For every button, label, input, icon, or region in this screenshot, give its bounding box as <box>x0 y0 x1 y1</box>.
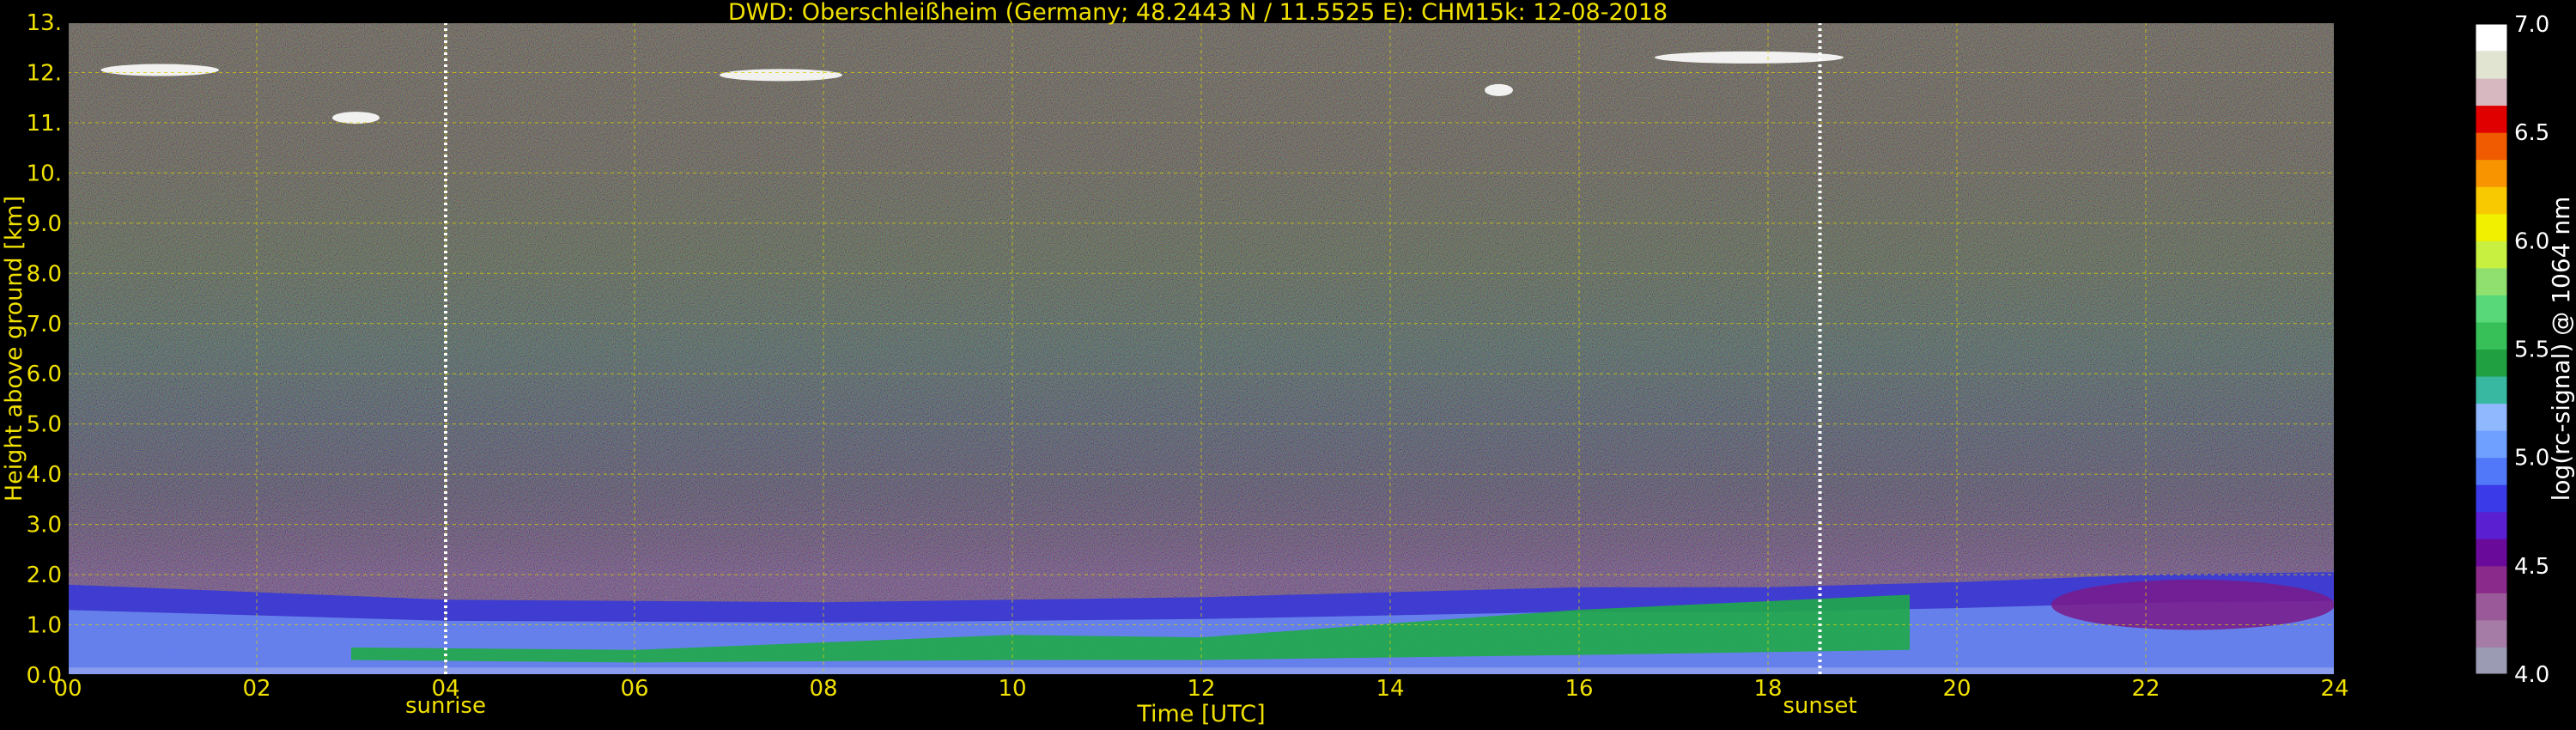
colorbar-segment <box>2476 105 2507 133</box>
y-tick-label: 2.0 <box>27 563 62 588</box>
colorbar-segment <box>2476 565 2507 593</box>
colorbar-segment <box>2476 619 2507 648</box>
cirrus-cloud <box>1485 83 1513 96</box>
colorbar-segment <box>2476 593 2507 621</box>
colorbar-segment <box>2476 240 2507 269</box>
x-tick-label: 16 <box>1564 676 1593 702</box>
colorbar-segment <box>2476 484 2507 513</box>
cirrus-cloud <box>332 112 380 125</box>
x-tick-label: 22 <box>2131 676 2160 702</box>
y-tick-label: 5.0 <box>27 412 62 438</box>
x-tick-label: 14 <box>1376 676 1404 702</box>
colorbar-segment <box>2476 295 2507 323</box>
ceilometer-chart: sunrise sunset DWD: Oberschleißheim (Germ… <box>1 0 2575 727</box>
colorbar-segment <box>2476 213 2507 241</box>
y-tick-label: 3.0 <box>27 513 62 538</box>
colorbar-segment <box>2476 430 2507 459</box>
colorbar-tick-label: 4.0 <box>2514 662 2549 688</box>
x-tick-label: 04 <box>431 676 459 702</box>
colorbar-segment <box>2476 457 2507 485</box>
x-tick-label: 02 <box>242 676 270 702</box>
colorbar-segment <box>2476 511 2507 539</box>
colorbar-segments <box>2476 24 2507 675</box>
y-tick-label: 7.0 <box>27 312 62 338</box>
y-tick-label: 10. <box>27 161 62 186</box>
y-tick-label: 6.0 <box>27 362 62 387</box>
x-tick-label: 08 <box>809 676 837 702</box>
colorbar-segment <box>2476 51 2507 79</box>
colorbar-segment <box>2476 186 2507 215</box>
colorbar-segment <box>2476 647 2507 675</box>
colorbar-segment <box>2476 376 2507 405</box>
colorbar-tick-label: 4.5 <box>2514 554 2549 580</box>
colorbar-segment <box>2476 24 2507 52</box>
plot-area: sunrise sunset <box>67 21 2336 719</box>
colorbar-tick-label: 5.0 <box>2514 446 2549 471</box>
colorbar-segment <box>2476 321 2507 350</box>
y-tick-label: 0.0 <box>27 663 62 689</box>
colorbar-tick-label: 7.0 <box>2514 12 2549 38</box>
y-tick-label: 1.0 <box>27 613 62 639</box>
y-tick-label: 11. <box>27 111 62 137</box>
colorbar-segment <box>2476 132 2507 161</box>
y-tick-label: 12. <box>27 60 62 86</box>
cirrus-cloud <box>100 64 219 76</box>
colorbar-label: log(rc-signal) @ 1064 nm <box>2547 197 2575 502</box>
x-tick-label: 18 <box>1753 676 1782 702</box>
colorbar-segment <box>2476 78 2507 106</box>
colorbar: 4.0 4.5 5.0 5.5 6.0 6.5 7.0 log(rc-signal) @ 1… <box>2475 12 2575 688</box>
x-tick-label: 24 <box>2320 676 2348 702</box>
colorbar-segment <box>2476 349 2507 377</box>
y-tick-label: 13. <box>27 10 62 36</box>
event-label: sunset <box>1783 693 1856 719</box>
y-tick-label: 8.0 <box>27 261 62 287</box>
cirrus-cloud <box>1655 51 1844 64</box>
x-tick-labels: 00 02 04 06 08 10 12 14 16 18 20 22 24 <box>53 676 2348 702</box>
colorbar-segment <box>2476 403 2507 431</box>
chart-title: DWD: Oberschleißheim (Germany; 48.2443 N… <box>728 0 1668 26</box>
x-tick-label: 10 <box>998 676 1026 702</box>
colorbar-tick-label: 5.5 <box>2514 338 2549 363</box>
colorbar-segment <box>2476 538 2507 567</box>
magenta-aerosol-patch <box>2051 579 2335 630</box>
y-tick-label: 9.0 <box>27 211 62 237</box>
colorbar-tick-label: 6.5 <box>2514 120 2549 146</box>
colorbar-segment <box>2476 159 2507 187</box>
cirrus-cloud <box>720 69 842 82</box>
x-tick-label: 06 <box>620 676 648 702</box>
colorbar-tick-label: 6.0 <box>2514 228 2549 254</box>
x-tick-label: 20 <box>1942 676 1971 702</box>
y-tick-labels: 0.0 1.0 2.0 3.0 4.0 5.0 6.0 7.0 8.0 9.0 10. 11. 12. 1… <box>27 10 62 689</box>
y-axis-label: Height above ground [km] <box>1 196 27 502</box>
x-tick-label: 12 <box>1187 676 1215 702</box>
colorbar-segment <box>2476 267 2507 295</box>
y-tick-label: 4.0 <box>27 462 62 488</box>
colorbar-tick-labels: 4.0 4.5 5.0 5.5 6.0 6.5 7.0 <box>2514 12 2549 688</box>
x-axis-label: Time [UTC] <box>1136 701 1265 727</box>
